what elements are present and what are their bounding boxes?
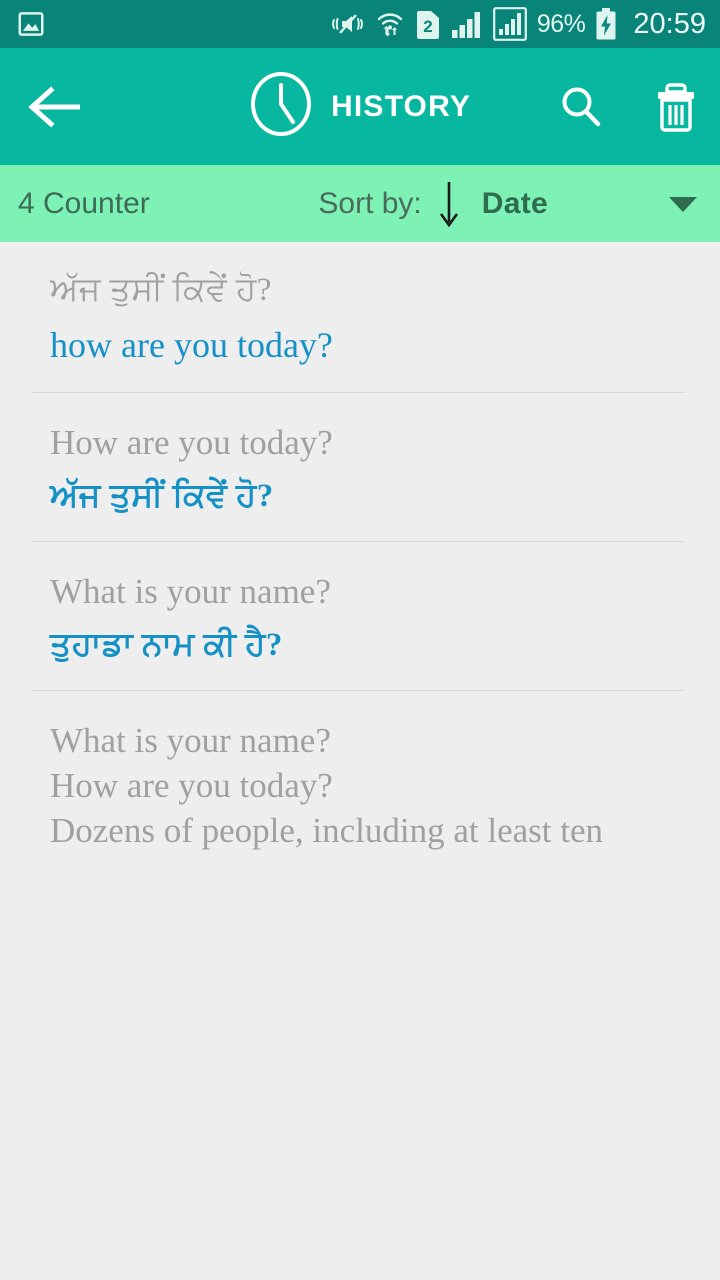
- history-source-text: ਅੱਜ ਤੁਸੀਂ ਕਿਵੇਂ ਹੋ?: [50, 272, 272, 308]
- back-button[interactable]: [26, 84, 84, 130]
- search-button[interactable]: [558, 84, 604, 130]
- history-source-text: How are you today?: [50, 422, 333, 462]
- history-list[interactable]: ਅੱਜ ਤੁਸੀਂ ਕਿਵੇਂ ਹੋ? how are you today? H…: [0, 242, 720, 1280]
- delete-history-button[interactable]: [654, 81, 698, 133]
- battery-charging-icon: [595, 8, 617, 40]
- chevron-down-icon[interactable]: [668, 194, 698, 214]
- history-target-text: ਤੁਹਾਡਾ ਨਾਮ ਕੀ ਹੈ?: [50, 626, 283, 663]
- signal-bars-icon: [451, 9, 483, 39]
- svg-text:2: 2: [423, 17, 432, 36]
- list-item[interactable]: What is your name? How are you today? Do…: [0, 691, 720, 852]
- list-item[interactable]: What is your name? ਤੁਹਾਡਾ ਨਾਮ ਕੀ ਹੈ?: [0, 542, 720, 692]
- list-item[interactable]: How are you today? ਅੱਜ ਤੁਸੀਂ ਕਿਵੇਂ ਹੋ?: [0, 393, 720, 542]
- signal-bars-boxed-icon: [492, 7, 527, 41]
- app-bar-actions: [558, 81, 698, 133]
- app-bar: HISTORY: [0, 48, 720, 165]
- status-bar: 2 96% 20:59: [0, 0, 720, 48]
- status-bar-right-icons: 2 96% 20:59: [331, 7, 706, 41]
- history-counter-label: 4 Counter: [18, 186, 150, 220]
- sort-control-group[interactable]: Sort by: Date: [318, 178, 698, 230]
- history-source-text-line3: Dozens of people, including at least ten: [50, 811, 604, 851]
- history-source-text-line2: How are you today?: [50, 766, 333, 806]
- list-item[interactable]: ਅੱਜ ਤੁਸੀਂ ਕਿਵੇਂ ਹੋ? how are you today?: [0, 242, 720, 393]
- battery-percent-label: 96%: [536, 9, 586, 38]
- image-icon: [16, 9, 46, 39]
- history-source-text-line1: What is your name?: [50, 721, 331, 761]
- list-bottom-clip: [0, 860, 720, 1280]
- status-bar-clock: 20:59: [633, 7, 706, 40]
- history-target-text: how are you today?: [50, 324, 333, 365]
- sort-bar: 4 Counter Sort by: Date: [0, 165, 720, 242]
- sort-value-label[interactable]: Date: [482, 187, 548, 221]
- status-bar-left-icons: [16, 9, 46, 39]
- page-title: HISTORY: [330, 89, 472, 123]
- sim2-icon: 2: [415, 8, 441, 40]
- wifi-transfer-icon: [375, 9, 405, 39]
- history-source-text: What is your name?: [50, 571, 331, 611]
- arrow-down-icon[interactable]: [436, 178, 462, 230]
- sort-by-label: Sort by:: [318, 186, 422, 220]
- history-target-text: ਅੱਜ ਤੁਸੀਂ ਕਿਵੇਂ ਹੋ?: [50, 477, 274, 514]
- clock-icon: [249, 72, 313, 141]
- vibrate-mute-icon: [331, 10, 365, 38]
